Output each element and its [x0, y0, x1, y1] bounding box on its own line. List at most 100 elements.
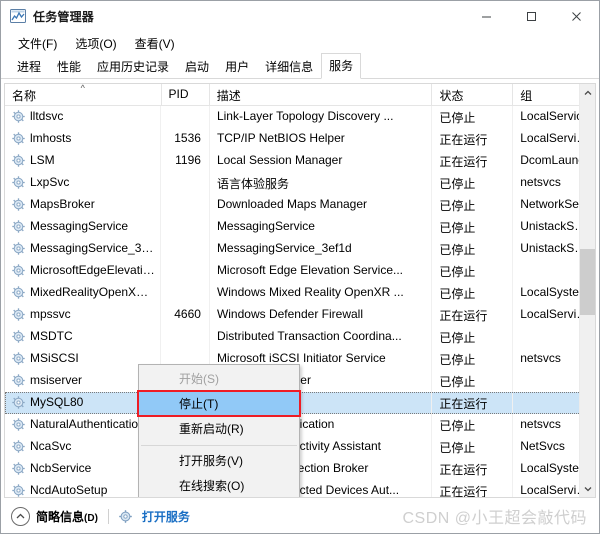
cell-status: 已停止 [432, 238, 514, 260]
service-name-label: LSM [30, 153, 55, 167]
column-header-pid[interactable]: PID [162, 84, 210, 105]
table-row[interactable]: MessagingService_3ef1d MessagingService_3… [5, 238, 595, 260]
column-header-status[interactable]: 状态 [432, 84, 514, 105]
cell-desc: 语言体验服务 [210, 172, 433, 194]
context-menu-item[interactable]: 在线搜索(O) [139, 474, 299, 497]
cell-name: MapsBroker [5, 194, 162, 216]
fewer-details-mnemonic: (D) [84, 512, 98, 524]
table-row[interactable]: NcbServiceWindows Connection Broker正在运行L… [5, 458, 595, 480]
tab-processes[interactable]: 进程 [9, 54, 49, 79]
cell-desc: MessagingService_3ef1d [210, 238, 433, 260]
cell-pid [161, 260, 210, 282]
context-menu-item[interactable]: 停止(T) [139, 392, 299, 417]
table-row[interactable]: NcaSvcNetwork Connectivity Assistant已停止N… [5, 436, 595, 458]
service-gear-icon [12, 176, 25, 189]
cell-name: LSM [5, 150, 162, 172]
service-gear-icon [12, 264, 25, 277]
column-header-name-label: 名称 [12, 89, 37, 103]
cell-name: MicrosoftEdgeElevationS... [5, 260, 162, 282]
cell-desc: TCP/IP NetBIOS Helper [210, 128, 433, 150]
table-row[interactable]: MicrosoftEdgeElevationS... Microsoft Edge… [5, 260, 595, 282]
service-name-label: lmhosts [30, 131, 72, 145]
cell-status: 正在运行 [432, 128, 514, 150]
tab-startup[interactable]: 启动 [177, 54, 217, 79]
cell-pid: 1536 [161, 128, 210, 150]
service-gear-icon [12, 352, 25, 365]
service-name-label: MapsBroker [30, 197, 95, 211]
open-services-button[interactable]: 打开服务 [119, 508, 190, 525]
cell-desc: Downloaded Maps Manager [210, 194, 433, 216]
table-row[interactable]: msiserverWindows Installer已停止 [5, 370, 595, 392]
chevron-up-icon[interactable] [11, 506, 30, 526]
tab-strip: 进程 性能 应用历史记录 启动 用户 详细信息 服务 [1, 53, 599, 79]
cell-name: LxpSvc [5, 172, 162, 194]
tab-details[interactable]: 详细信息 [257, 54, 321, 79]
menu-bar: 文件(F) 选项(O) 查看(V) [1, 31, 599, 55]
cell-status: 已停止 [432, 326, 514, 348]
cell-status: 已停止 [432, 282, 514, 304]
context-menu-item[interactable]: 重新启动(R) [139, 417, 299, 442]
service-name-label: NcaSvc [30, 439, 72, 453]
scroll-up-icon[interactable] [580, 84, 595, 101]
table-row[interactable]: MySQL809838MySQL80正在运行 [5, 392, 595, 414]
service-name-label: lltdsvc [30, 109, 64, 123]
table-row[interactable]: NcdAutoSetup Network Connected Devices Au… [5, 480, 595, 497]
close-button[interactable] [554, 1, 599, 31]
scroll-down-icon[interactable] [580, 480, 595, 497]
context-menu-item[interactable]: 打开服务(V) [139, 449, 299, 474]
fewer-details-button[interactable]: 简略信息(D) [36, 508, 98, 525]
vertical-scrollbar[interactable] [579, 84, 595, 497]
minimize-button[interactable] [464, 1, 509, 31]
cell-status: 正在运行 [432, 458, 514, 480]
cell-pid: 1196 [161, 150, 210, 172]
cell-pid: 4660 [161, 304, 210, 326]
cell-status: 正在运行 [432, 480, 514, 497]
table-row[interactable]: NaturalAuthenticationNatural Authenticat… [5, 414, 595, 436]
table-row[interactable]: mpssvc 4660 Windows Defender Firewall 正在运行 L… [5, 304, 595, 326]
menu-file[interactable]: 文件(F) [10, 32, 65, 55]
column-header-name[interactable]: 名称 ^ [5, 84, 162, 105]
table-row[interactable]: lltdsvc Link-Layer Topology Discovery ...… [5, 106, 595, 128]
tab-performance[interactable]: 性能 [49, 54, 89, 79]
service-gear-icon [12, 484, 25, 497]
tab-services[interactable]: 服务 [321, 53, 362, 79]
cell-name: lltdsvc [5, 106, 162, 128]
table-row[interactable]: LSM 1196 Local Session Manager 正在运行 DcomLaun… [5, 150, 595, 172]
service-name-label: MessagingService [30, 219, 129, 233]
table-row[interactable]: MessagingService MessagingService 已停止 Unist… [5, 216, 595, 238]
title-bar-left: 任务管理器 [1, 8, 94, 25]
cell-status: 已停止 [432, 216, 514, 238]
maximize-button[interactable] [509, 1, 554, 31]
menu-view[interactable]: 查看(V) [127, 32, 183, 55]
service-gear-icon [12, 286, 25, 299]
cell-pid [161, 194, 210, 216]
column-header-description[interactable]: 描述 [210, 84, 433, 105]
service-gear-icon [12, 462, 25, 475]
tab-users[interactable]: 用户 [217, 54, 257, 79]
tab-app-history[interactable]: 应用历史记录 [89, 54, 177, 79]
cell-name: mpssvc [5, 304, 162, 326]
table-row[interactable]: MixedRealityOpenXRSvc Windows Mixed Reali… [5, 282, 595, 304]
service-gear-icon [12, 110, 25, 123]
task-manager-window: 任务管理器 文件(F) 选项(O) 查看(V) 进程 性能 应用历史记录 启动 … [0, 0, 600, 534]
cell-pid [161, 238, 210, 260]
table-row[interactable]: MapsBroker Downloaded Maps Manager 已停止 Netw… [5, 194, 595, 216]
menu-options[interactable]: 选项(O) [67, 32, 124, 55]
cell-status: 已停止 [432, 414, 514, 436]
column-header-row: 名称 ^ PID 描述 状态 组 [5, 84, 595, 106]
title-bar: 任务管理器 [1, 1, 599, 31]
service-gear-icon [12, 198, 25, 211]
table-row[interactable]: LxpSvc 语言体验服务 已停止 netsvcs [5, 172, 595, 194]
service-name-label: MSDTC [30, 329, 73, 343]
service-gear-icon [12, 132, 25, 145]
sort-ascending-icon: ^ [80, 84, 85, 93]
table-row[interactable]: MSDTC Distributed Transaction Coordina...… [5, 326, 595, 348]
scrollbar-thumb[interactable] [580, 249, 595, 315]
table-row[interactable]: MSiSCSI Microsoft iSCSI Initiator Service… [5, 348, 595, 370]
services-gear-icon [119, 509, 132, 523]
window-controls [464, 1, 599, 31]
cell-desc: Local Session Manager [210, 150, 433, 172]
table-row[interactable]: lmhosts 1536 TCP/IP NetBIOS Helper 正在运行 Loca… [5, 128, 595, 150]
cell-name: lmhosts [5, 128, 162, 150]
context-menu-item: 开始(S) [179, 372, 219, 386]
